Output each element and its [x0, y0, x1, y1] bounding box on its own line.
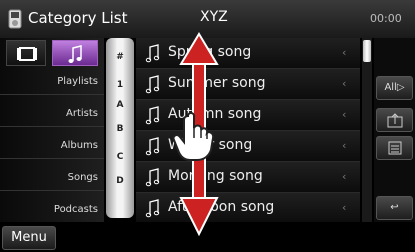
triangle-right-icon: ▷ — [396, 82, 405, 93]
right-panel: All▷ ↩ — [374, 38, 415, 222]
ipod-icon — [8, 9, 22, 29]
song-title: Morning song — [168, 168, 263, 184]
chevron-left-icon: ‹ — [342, 139, 347, 152]
music-note-icon — [145, 168, 160, 187]
list-item[interactable]: Autumn song ‹ — [136, 100, 360, 131]
song-title: Summer song — [168, 75, 266, 91]
chevron-left-icon: ‹ — [342, 108, 347, 121]
list-item[interactable]: Winter song ‹ — [136, 131, 360, 162]
song-title: Spring song — [168, 44, 252, 60]
list-item[interactable]: Summer song ‹ — [136, 69, 360, 100]
header-bar: Category List XYZ 00:00 — [0, 0, 415, 38]
source-label: XYZ — [200, 9, 228, 25]
list-mode-button[interactable] — [376, 136, 413, 160]
all-button[interactable]: All▷ — [376, 76, 413, 100]
divider — [0, 94, 104, 95]
song-title: Winter song — [168, 137, 253, 153]
divider — [0, 126, 104, 127]
footer-bar: Menu — [0, 222, 415, 252]
category-albums[interactable]: Albums — [0, 140, 98, 151]
chevron-left-icon: ‹ — [342, 170, 347, 183]
song-title: Autumn song — [168, 106, 262, 122]
return-icon: ↩ — [390, 202, 399, 213]
list-item[interactable]: Afternoon song ‹ — [136, 193, 360, 224]
return-button[interactable]: ↩ — [376, 196, 413, 220]
all-label: All — [384, 82, 397, 93]
list-mode-icon — [388, 141, 401, 155]
index-c[interactable]: C — [106, 152, 134, 162]
category-artists[interactable]: Artists — [0, 108, 98, 119]
index-b[interactable]: B — [106, 124, 134, 134]
chevron-left-icon: ‹ — [342, 46, 347, 59]
list-item[interactable]: Spring song ‹ — [136, 38, 360, 69]
tab-music[interactable] — [52, 40, 98, 66]
folder-up-icon — [387, 113, 402, 128]
alphabet-index-bar[interactable]: # 1 A B C D — [106, 38, 134, 218]
folder-up-button[interactable] — [376, 108, 413, 132]
index-hash[interactable]: # — [106, 52, 134, 62]
page-title: Category List — [28, 9, 128, 27]
music-note-icon — [145, 75, 160, 94]
scroll-thumb[interactable] — [363, 40, 371, 62]
clock: 00:00 — [370, 12, 402, 25]
music-note-icon — [68, 45, 82, 63]
tab-video[interactable] — [6, 40, 46, 66]
divider — [0, 158, 104, 159]
chevron-left-icon: ‹ — [342, 77, 347, 90]
music-note-icon — [145, 137, 160, 156]
menu-button[interactable]: Menu — [2, 226, 56, 250]
music-note-icon — [145, 199, 160, 218]
category-songs[interactable]: Songs — [0, 172, 98, 183]
index-a[interactable]: A — [106, 100, 134, 110]
index-d[interactable]: D — [106, 176, 134, 186]
list-item[interactable]: Morning song ‹ — [136, 162, 360, 193]
song-list: Spring song ‹ Summer song ‹ Autumn song … — [136, 38, 360, 224]
video-icon — [17, 47, 37, 61]
music-note-icon — [145, 106, 160, 125]
song-title: Afternoon song — [168, 199, 275, 215]
music-note-icon — [145, 44, 160, 63]
chevron-left-icon: ‹ — [342, 201, 347, 214]
scrollbar[interactable] — [362, 38, 372, 222]
category-podcasts[interactable]: Podcasts — [0, 204, 98, 215]
category-playlists[interactable]: Playlists — [0, 76, 98, 87]
category-panel: Playlists Artists Albums Songs Podcasts — [0, 38, 104, 222]
index-1[interactable]: 1 — [106, 80, 134, 90]
divider — [0, 190, 104, 191]
